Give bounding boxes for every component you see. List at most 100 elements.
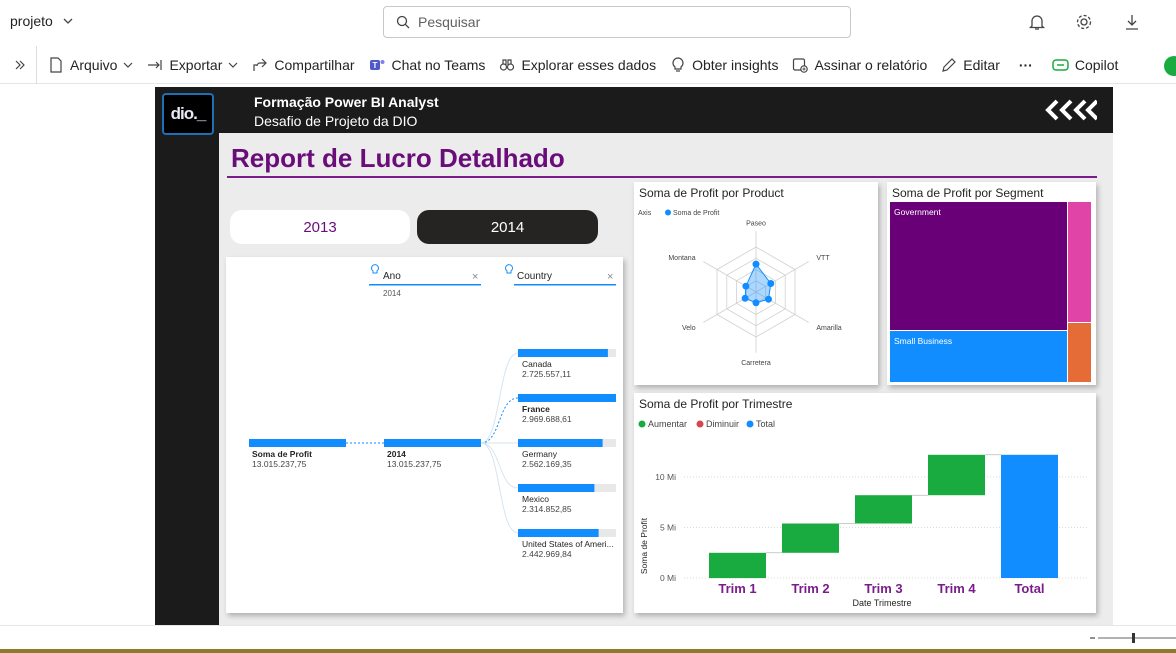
insights-button[interactable]: Obter insights	[663, 46, 785, 84]
x-category-label: Trim 3	[864, 581, 902, 596]
radar-point[interactable]	[752, 260, 760, 268]
radar-point[interactable]	[752, 299, 760, 307]
waterfall-chart-visual[interactable]: Soma de Profit por Trimestre Aumentar Di…	[634, 393, 1096, 613]
copilot-avatar-icon[interactable]	[1164, 56, 1176, 76]
year-label: 2014	[490, 218, 525, 236]
waterfall-bar[interactable]	[1001, 454, 1058, 578]
connector	[480, 442, 519, 534]
logo-text: dio._	[170, 104, 207, 123]
country-name[interactable]: United States of Ameri...	[522, 539, 614, 549]
country-bar[interactable]	[518, 439, 603, 447]
more-options-button[interactable]: ···	[1007, 46, 1045, 84]
lightbulb-icon	[505, 264, 513, 274]
file-menu-button[interactable]: Arquivo	[41, 46, 140, 84]
gear-icon[interactable]	[1073, 11, 1095, 33]
search-placeholder: Pesquisar	[418, 14, 481, 30]
download-icon[interactable]	[1121, 11, 1143, 33]
root-bar	[249, 439, 346, 447]
year-label: 2013	[303, 218, 337, 236]
subscribe-button[interactable]: Assinar o relatório	[785, 46, 934, 84]
legend-decrease-dot	[696, 420, 704, 428]
waterfall-category-labels: Trim 1 Trim 2 Trim 3 Trim 4 Total	[718, 581, 1044, 596]
explore-data-button[interactable]: Explorar esses dados	[492, 46, 663, 84]
legend-increase[interactable]: Aumentar	[648, 419, 687, 429]
country-bar[interactable]	[518, 484, 595, 492]
copilot-button[interactable]: Copilot	[1045, 46, 1126, 84]
workspace-selector[interactable]: projeto	[10, 13, 73, 29]
legend-increase-dot	[638, 420, 646, 428]
year-value: 13.015.237,75	[387, 459, 442, 469]
radar-axis-label: Paseo	[746, 220, 766, 227]
country-bar[interactable]	[518, 394, 616, 402]
header-subtitle: Desafio de Projeto da DIO	[254, 113, 418, 129]
year-name: 2014	[387, 449, 406, 459]
treemap-cell-government[interactable]	[890, 202, 1067, 330]
waterfall-bar[interactable]	[855, 495, 912, 524]
treemap-cell-pink[interactable]	[1068, 202, 1091, 322]
radar-chart-visual[interactable]: Soma de Profit por Product Axis Soma de …	[634, 182, 878, 385]
treemap-visual[interactable]: Soma de Profit por Segment Government Sm…	[887, 182, 1096, 385]
document-icon	[50, 56, 62, 73]
waterfall-bar[interactable]	[709, 552, 766, 579]
country-bar[interactable]	[518, 529, 599, 537]
country-name[interactable]: Canada	[522, 359, 552, 369]
connector	[480, 442, 519, 489]
y-axis-label: Soma de Profit	[639, 517, 649, 574]
radar-point[interactable]	[767, 280, 775, 287]
treemap-cell-orange[interactable]	[1068, 323, 1091, 382]
country-value: 2.562.169,35	[522, 459, 572, 469]
country-name[interactable]: Germany	[522, 449, 558, 459]
radar-point[interactable]	[765, 295, 772, 303]
edit-button[interactable]: Editar	[934, 46, 1007, 84]
file-label: Arquivo	[70, 56, 118, 73]
export-button[interactable]: Exportar	[140, 46, 245, 84]
waterfall-bar[interactable]	[928, 454, 985, 496]
year-node[interactable]: 2014 13.015.237,75	[384, 439, 481, 469]
page-title: Report de Lucro Detalhado	[231, 143, 565, 173]
country-value: 2.442.969,84	[522, 549, 572, 559]
back-chevrons-icon[interactable]	[1045, 99, 1097, 121]
legend-decrease[interactable]: Diminuir	[706, 419, 739, 429]
connector	[480, 397, 519, 444]
radar-point[interactable]	[742, 282, 750, 290]
bell-icon[interactable]	[1026, 11, 1048, 33]
search-icon	[396, 15, 410, 29]
country-value: 2.725.557,11	[522, 369, 571, 379]
year-button-2013[interactable]: 2013	[230, 210, 410, 244]
teams-chat-button[interactable]: T Chat no Teams	[362, 46, 493, 84]
country-name[interactable]: Mexico	[522, 494, 549, 504]
chevron-down-icon	[63, 18, 73, 24]
waterfall-bar[interactable]	[782, 523, 839, 553]
country-header[interactable]: Country ×	[505, 264, 617, 286]
expand-nav-button[interactable]	[0, 45, 37, 84]
root-name: Soma de Profit	[252, 449, 312, 459]
search-input[interactable]: Pesquisar	[383, 6, 851, 38]
radar-point[interactable]	[741, 294, 749, 302]
zoom-slider[interactable]	[1086, 631, 1176, 645]
radar-legend-series: Soma de Profit	[673, 210, 719, 217]
y-tick-label: 10 Mi	[655, 472, 676, 482]
country-value: 2.314.852,85	[522, 504, 572, 514]
share-button[interactable]: Compartilhar	[245, 46, 361, 84]
close-icon[interactable]: ×	[607, 271, 613, 283]
edit-label: Editar	[963, 56, 1000, 73]
radar-axis-label: Amarilla	[816, 325, 841, 332]
treemap-label-small-business: Small Business	[894, 336, 952, 346]
double-chevron-right-icon	[15, 60, 25, 69]
root-node[interactable]: Soma de Profit 13.015.237,75	[249, 439, 346, 469]
binoculars-icon	[500, 58, 515, 71]
year-button-2014[interactable]: 2014	[417, 210, 598, 244]
radar-axis-label: Velo	[682, 325, 696, 332]
root-value: 13.015.237,75	[252, 459, 307, 469]
lightbulb-icon	[371, 264, 379, 274]
decomposition-tree-visual[interactable]: Ano × 2014 Country × Soma de Profit 13.0…	[226, 257, 623, 613]
x-category-label: Trim 2	[791, 581, 829, 596]
country-nodes: Canada2.725.557,11 France2.969.688,61 Germ…	[480, 349, 616, 559]
insights-label: Obter insights	[692, 56, 779, 73]
ano-header[interactable]: Ano × 2014	[369, 264, 481, 298]
country-bar[interactable]	[518, 349, 608, 357]
country-name[interactable]: France	[522, 404, 550, 414]
legend-total[interactable]: Total	[756, 419, 775, 429]
close-icon[interactable]: ×	[472, 271, 478, 283]
teams-icon: T	[369, 59, 385, 70]
